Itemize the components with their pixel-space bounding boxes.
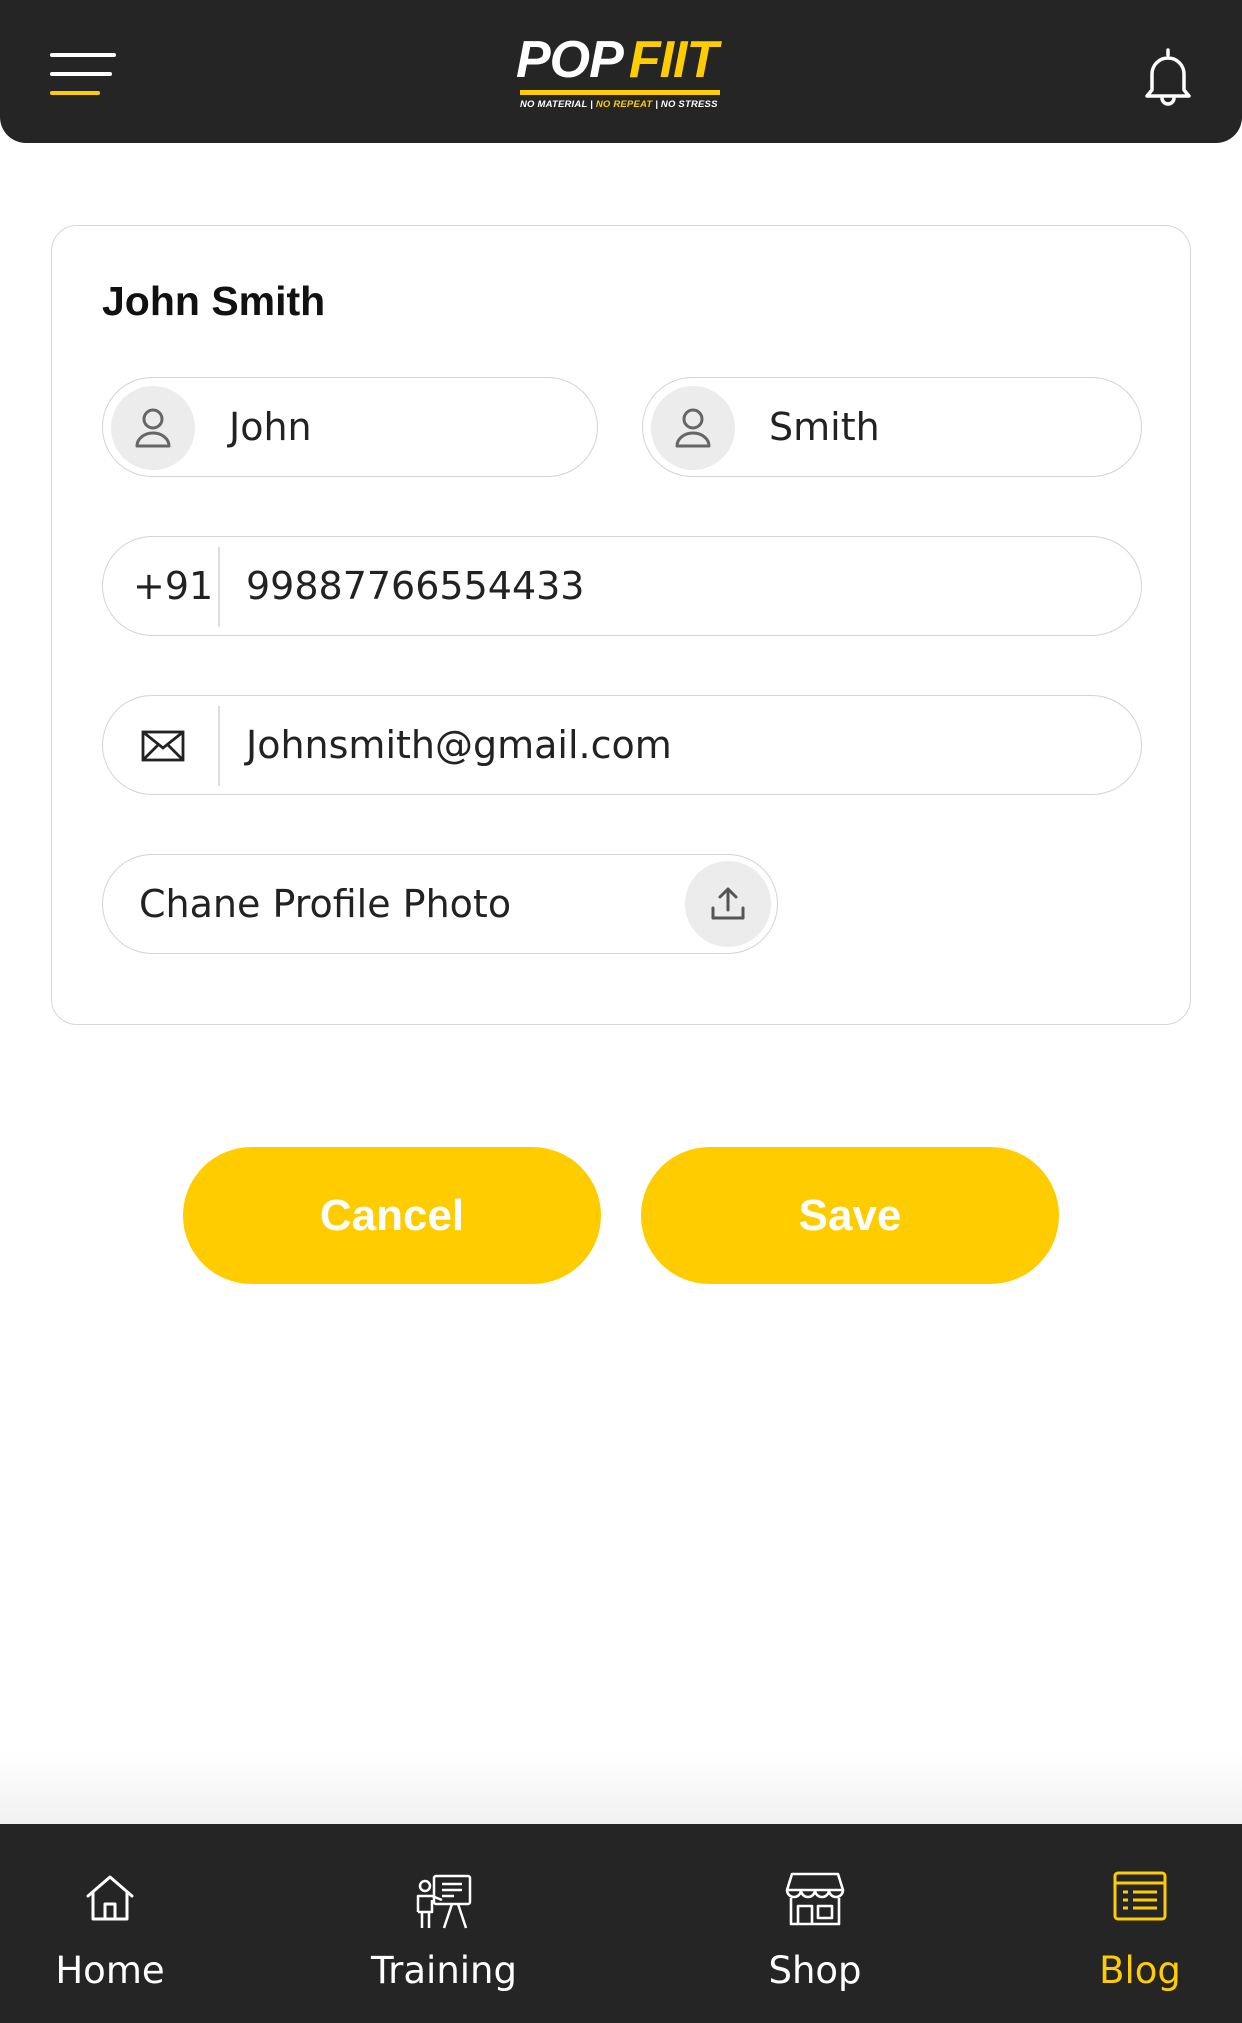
nav-label-shop: Shop <box>768 1949 862 1992</box>
user-icon <box>111 386 195 470</box>
country-code[interactable]: +91 <box>133 564 213 608</box>
shop-icon <box>785 1872 845 1926</box>
change-profile-photo-field[interactable]: Chane Profile Photo <box>102 854 778 954</box>
profile-name-heading: John Smith <box>102 278 326 324</box>
nav-item-home[interactable]: Home <box>40 1824 180 2023</box>
nav-item-shop[interactable]: Shop <box>745 1824 885 2023</box>
top-app-bar: POP FIIT NO MATERIAL | NO REPEAT | NO STR… <box>0 0 1242 143</box>
field-divider <box>218 706 220 786</box>
nav-item-blog[interactable]: Blog <box>1070 1824 1210 2023</box>
nav-label-training: Training <box>371 1949 517 1992</box>
first-name-value[interactable]: John <box>229 405 312 449</box>
save-button[interactable]: Save <box>641 1147 1059 1284</box>
nav-label-home: Home <box>55 1949 165 1992</box>
upload-icon[interactable] <box>685 861 771 947</box>
hamburger-menu-icon[interactable] <box>50 50 116 100</box>
blog-icon <box>1113 1871 1167 1921</box>
cancel-button[interactable]: Cancel <box>183 1147 601 1284</box>
bell-icon[interactable] <box>1140 46 1196 108</box>
nav-shadow <box>0 1750 1242 1824</box>
change-photo-label: Chane Profile Photo <box>139 882 512 926</box>
mail-icon <box>141 730 185 762</box>
nav-label-blog: Blog <box>1099 1949 1181 1992</box>
training-icon <box>416 1874 472 1929</box>
email-value[interactable]: Johnsmith@gmail.com <box>246 723 672 767</box>
bottom-navigation: Home Training Shop Blog <box>0 1824 1242 2023</box>
home-icon <box>86 1875 134 1921</box>
nav-item-training[interactable]: Training <box>364 1824 524 2023</box>
phone-field[interactable]: +91 99887766554433 <box>102 536 1142 636</box>
user-icon <box>651 386 735 470</box>
field-divider <box>218 547 220 627</box>
profile-edit-card: John Smith John Smith +91 99887766554433… <box>51 225 1191 1025</box>
phone-value[interactable]: 99887766554433 <box>246 564 584 608</box>
last-name-value[interactable]: Smith <box>769 405 880 449</box>
first-name-field[interactable]: John <box>102 377 598 477</box>
email-field[interactable]: Johnsmith@gmail.com <box>102 695 1142 795</box>
last-name-field[interactable]: Smith <box>642 377 1142 477</box>
popfiit-logo: POP FIIT NO MATERIAL | NO REPEAT | NO STR… <box>516 26 726 116</box>
